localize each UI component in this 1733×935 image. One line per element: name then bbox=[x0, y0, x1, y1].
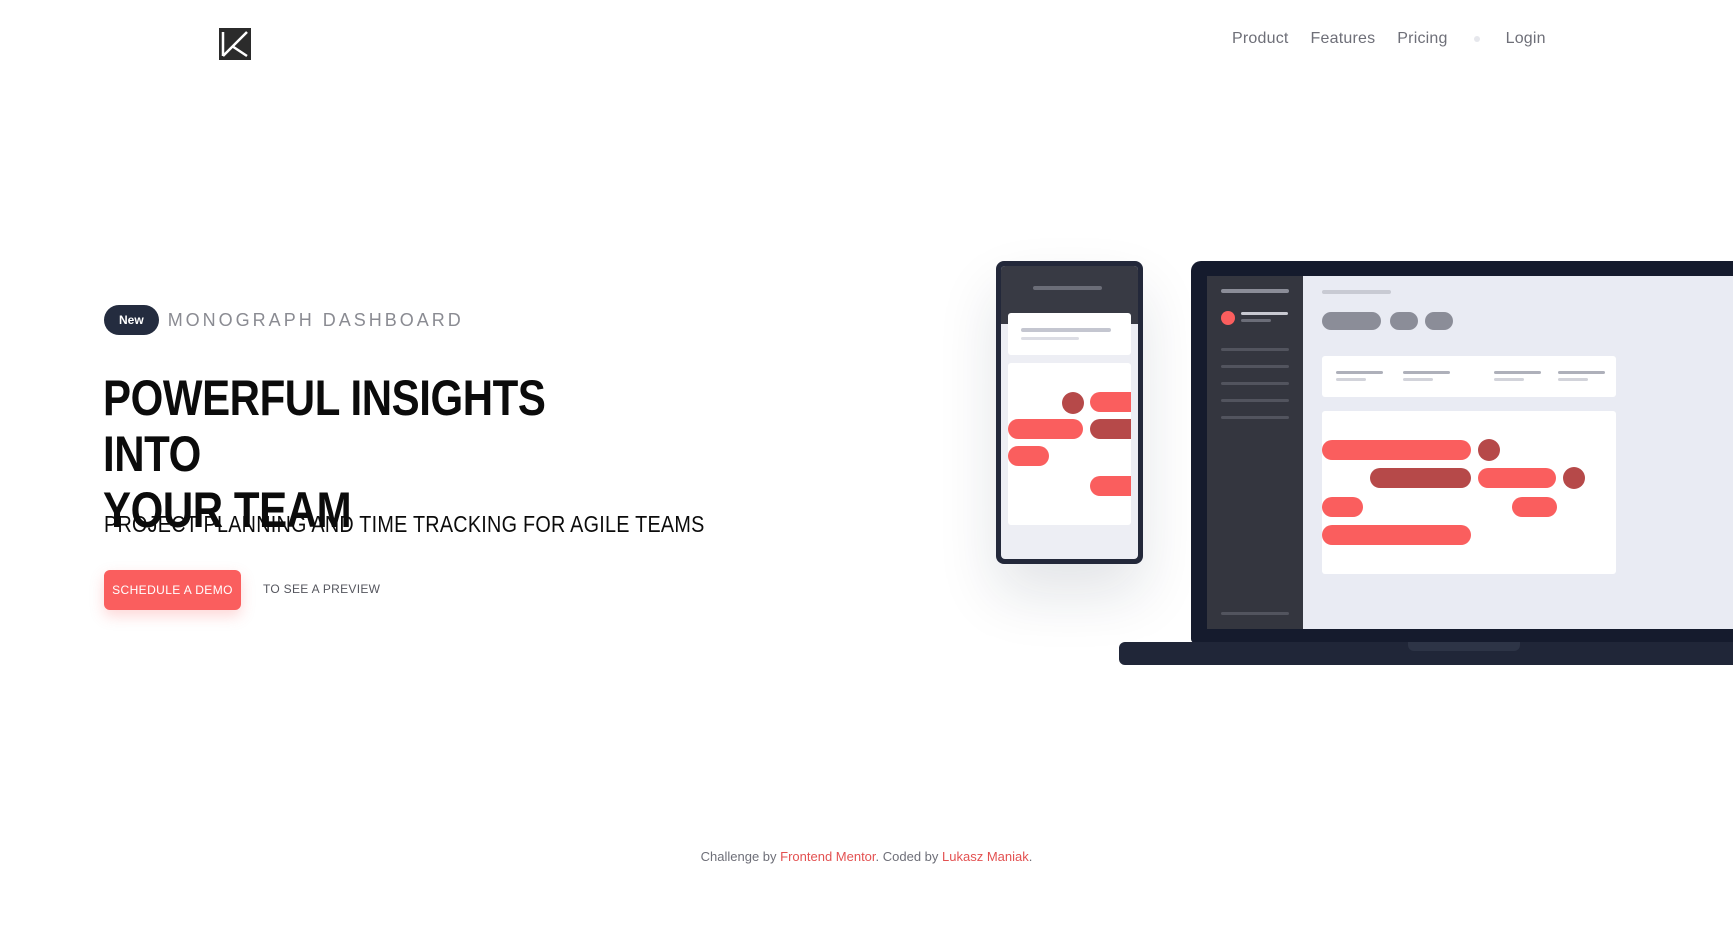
timeline-bar bbox=[1090, 419, 1131, 439]
hero-eyebrow-row: New MONOGRAPH DASHBOARD bbox=[104, 305, 464, 335]
phone-timeline-card bbox=[1008, 363, 1131, 525]
schedule-demo-button[interactable]: SCHEDULE A DEMO bbox=[104, 570, 241, 610]
attribution-footer: Challenge by Frontend Mentor. Coded by L… bbox=[0, 849, 1733, 864]
hero-eyebrow: MONOGRAPH DASHBOARD bbox=[167, 309, 464, 330]
k-logo-icon[interactable] bbox=[219, 28, 251, 60]
timeline-bar bbox=[1090, 392, 1131, 412]
nav-link-product[interactable]: Product bbox=[1232, 30, 1289, 48]
author-link[interactable]: Lukasz Maniak bbox=[942, 849, 1029, 864]
filter-chip bbox=[1390, 312, 1418, 330]
timeline-bar bbox=[1512, 497, 1557, 517]
timeline-bar bbox=[1478, 468, 1556, 488]
hero-subhead: PROJECT PLANNING AND TIME TRACKING FOR A… bbox=[104, 511, 705, 537]
timeline-bar bbox=[1322, 525, 1471, 545]
footer-middle: . Coded by bbox=[875, 849, 939, 864]
phone-card bbox=[1008, 313, 1131, 355]
timeline-dot bbox=[1478, 439, 1500, 461]
sidebar-dot bbox=[1221, 311, 1235, 325]
nav-link-login[interactable]: Login bbox=[1506, 30, 1546, 48]
laptop-screen bbox=[1207, 276, 1733, 629]
laptop-timeline-card bbox=[1322, 411, 1616, 574]
preview-caption: TO SEE A PREVIEW bbox=[263, 582, 381, 596]
timeline-bar bbox=[1008, 419, 1083, 439]
hero-headline-line-1: POWERFUL INSIGHTS INTO bbox=[103, 370, 546, 482]
timeline-bar bbox=[1370, 468, 1471, 488]
phone-mockup bbox=[996, 261, 1143, 564]
timeline-bar bbox=[1008, 446, 1049, 466]
laptop-notch bbox=[1408, 642, 1520, 651]
nav-link-pricing[interactable]: Pricing bbox=[1397, 30, 1447, 48]
nav-separator-dot bbox=[1473, 36, 1480, 42]
timeline-bar bbox=[1322, 497, 1363, 517]
filter-chip bbox=[1322, 312, 1381, 330]
new-badge: New bbox=[104, 305, 159, 335]
nav-link-features[interactable]: Features bbox=[1311, 30, 1376, 48]
timeline-dot bbox=[1563, 467, 1585, 489]
filter-chip bbox=[1425, 312, 1453, 330]
main-nav: Product Features Pricing Login bbox=[1232, 30, 1546, 48]
phone-screen bbox=[1001, 266, 1138, 559]
timeline-bar bbox=[1090, 476, 1131, 496]
laptop-stats-card bbox=[1322, 356, 1616, 397]
timeline-dot bbox=[1062, 392, 1084, 414]
footer-suffix: . bbox=[1028, 849, 1033, 864]
frontend-mentor-link[interactable]: Frontend Mentor bbox=[780, 849, 875, 864]
footer-prefix: Challenge by bbox=[700, 849, 777, 864]
timeline-bar bbox=[1322, 440, 1471, 460]
laptop-sidebar bbox=[1207, 276, 1303, 629]
